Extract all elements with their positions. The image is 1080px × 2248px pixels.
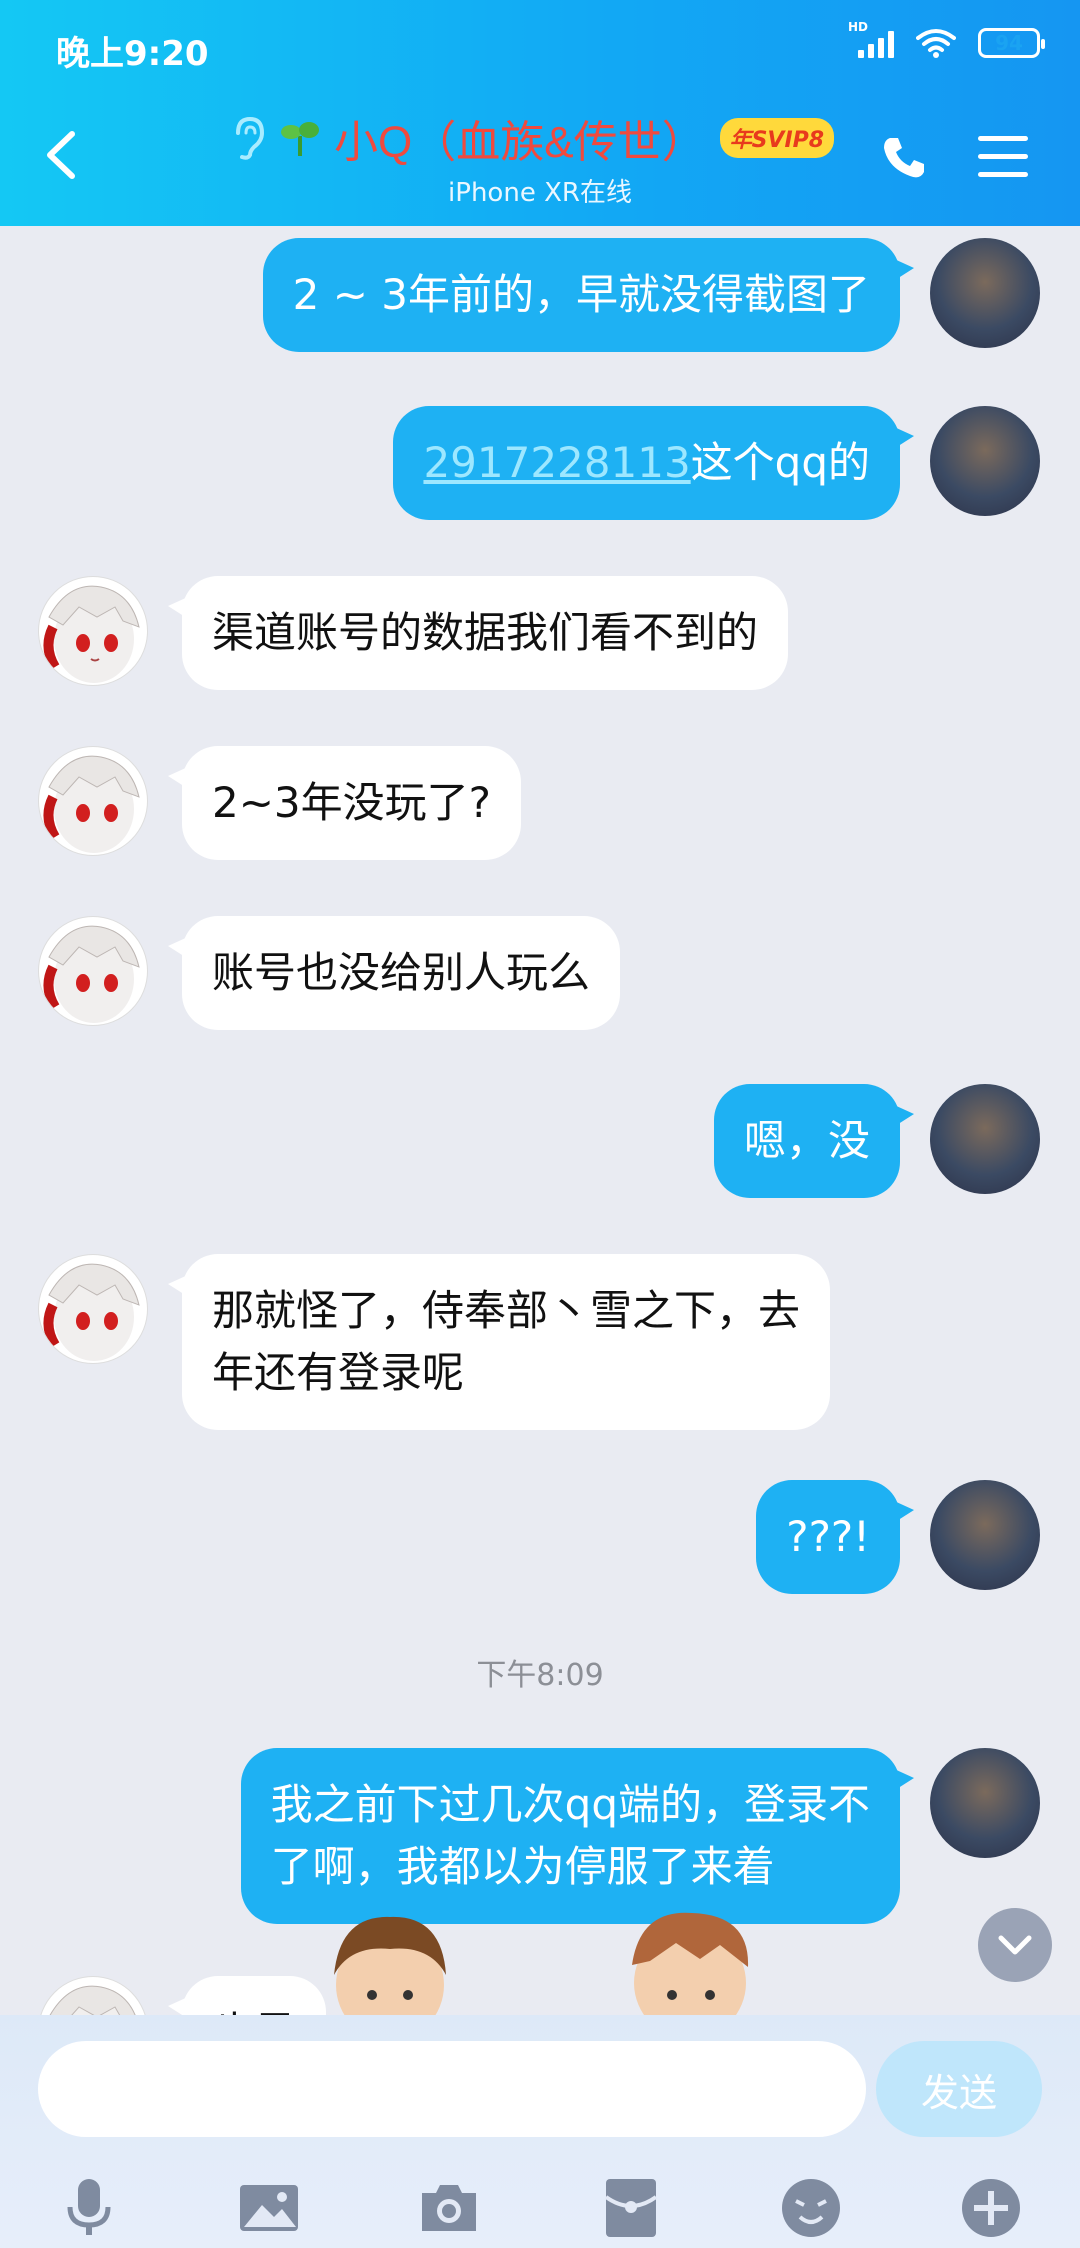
send-button[interactable]: 发送	[876, 2041, 1042, 2137]
anime-girl-avatar-icon	[43, 1263, 140, 1361]
contact-name: 小Q（血族&传世）	[334, 118, 706, 167]
signal-icon: HD	[848, 20, 894, 58]
avatar[interactable]	[930, 238, 1040, 348]
message-bubble[interactable]: 2~3年没玩了?	[168, 746, 521, 860]
message-timestamp: 下午8:09	[476, 1658, 604, 1693]
microphone-icon[interactable]	[58, 2177, 120, 2239]
chevron-down-icon	[998, 1935, 1032, 1955]
avatar[interactable]	[930, 406, 1040, 516]
message-bubble[interactable]: 那就怪了，侍奉部丶雪之下，去 年还有登录呢	[167, 1254, 831, 1430]
battery-icon: 94	[978, 28, 1045, 58]
message-text: 也是	[212, 2008, 296, 2015]
ear-icon[interactable]	[230, 115, 266, 161]
wifi-icon	[916, 29, 956, 58]
avatar[interactable]	[38, 1976, 148, 2015]
svip-badge[interactable]: 年SVIP8	[719, 118, 835, 158]
input-panel: 发送	[0, 2015, 1080, 2248]
message-bubble[interactable]: 我之前下过几次qq端的，登录不 了啊，我都以为停服了来着	[240, 1748, 915, 1924]
anime-girl-avatar-icon	[43, 755, 140, 853]
avatar[interactable]	[38, 916, 148, 1026]
chat-header: 晚上9:20 HD 94 小Q（血族&传世） 年SVIP8 iPhone XR在…	[0, 0, 1080, 226]
message-bubble[interactable]: ???!	[756, 1480, 914, 1594]
sprout-icon	[281, 122, 319, 156]
message-bubble[interactable]: 账号也没给别人玩么	[167, 916, 621, 1030]
contact-title[interactable]: 小Q（血族&传世） 年SVIP8	[230, 108, 870, 168]
emoji-icon[interactable]	[780, 2177, 842, 2239]
status-icons: HD 94	[848, 20, 1045, 58]
avatar[interactable]	[930, 1480, 1040, 1590]
hd-label: HD	[848, 20, 869, 34]
input-toolbar	[0, 2165, 1080, 2245]
qq-number-link[interactable]: 2917228113	[423, 438, 690, 487]
message-text-line: 那就怪了，侍奉部丶雪之下，去	[212, 1286, 801, 1335]
anime-girl-avatar-icon	[43, 925, 140, 1023]
message-text: 嗯，没	[743, 1116, 870, 1165]
message-text: 渠道账号的数据我们看不到的	[212, 608, 759, 657]
menu-icon[interactable]	[978, 136, 1028, 178]
message-text: ???!	[786, 1512, 870, 1561]
message-input[interactable]	[38, 2041, 866, 2137]
message-bubble[interactable]: 2917228113这个qq的	[393, 406, 914, 520]
avatar[interactable]	[38, 576, 148, 686]
message-text: 2~3年没玩了?	[212, 778, 491, 827]
message-bubble[interactable]: 也是	[167, 1976, 327, 2015]
message-text: 账号也没给别人玩么	[212, 948, 591, 997]
status-time: 晚上9:20	[56, 34, 209, 74]
phone-icon[interactable]	[880, 134, 928, 182]
message-text-line: 我之前下过几次qq端的，登录不	[270, 1780, 870, 1829]
anime-girl-avatar-icon	[49, 1985, 136, 2015]
avatar[interactable]	[930, 1084, 1040, 1194]
camera-icon[interactable]	[418, 2177, 480, 2239]
red-packet-icon[interactable]	[600, 2177, 662, 2239]
message-bubble[interactable]: 渠道账号的数据我们看不到的	[167, 576, 789, 690]
message-text: 2 ~ 3年前的，早就没得截图了	[292, 270, 870, 319]
message-bubble[interactable]: 2 ~ 3年前的，早就没得截图了	[262, 238, 915, 352]
avatar[interactable]	[930, 1748, 1040, 1858]
scroll-to-bottom-button[interactable]	[978, 1908, 1052, 1982]
message-text-line: 年还有登录呢	[212, 1348, 465, 1397]
message-bubble[interactable]: 嗯，没	[713, 1084, 915, 1198]
message-text: 这个qq的	[690, 438, 870, 487]
image-icon[interactable]	[238, 2177, 300, 2239]
anime-girl-avatar-icon	[43, 585, 140, 683]
avatar[interactable]	[38, 746, 148, 856]
plus-icon[interactable]	[960, 2177, 1022, 2239]
avatar[interactable]	[38, 1254, 148, 1364]
battery-level: 94	[995, 31, 1023, 55]
message-text-line: 了啊，我都以为停服了来着	[270, 1842, 775, 1891]
